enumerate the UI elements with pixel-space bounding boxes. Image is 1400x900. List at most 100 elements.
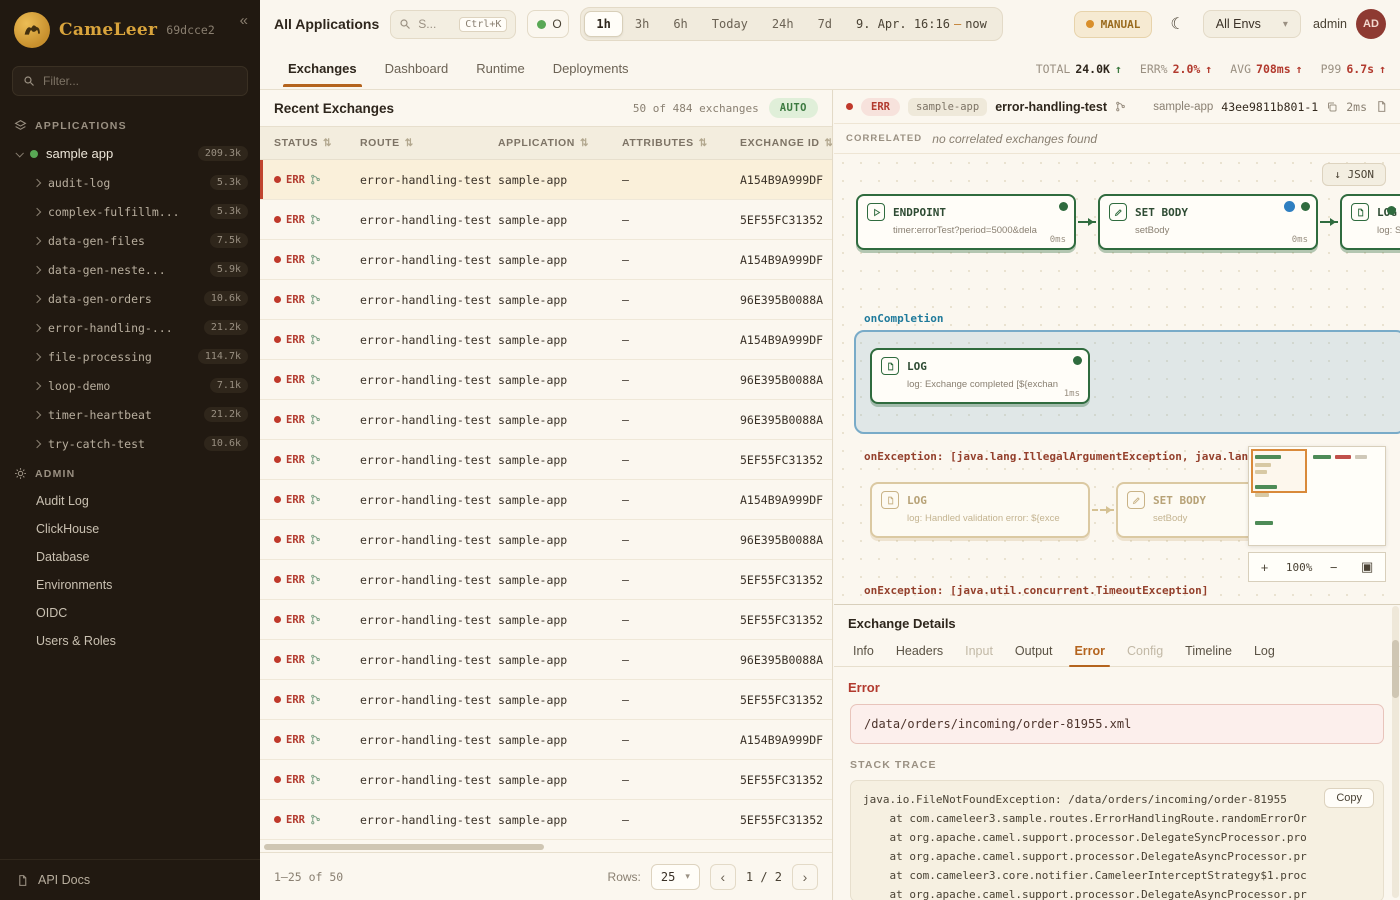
dark-mode-toggle[interactable]: ☾ bbox=[1164, 10, 1190, 38]
environment-select[interactable]: All Envs ▾ bbox=[1203, 10, 1301, 38]
download-json-button[interactable]: ↓ JSON bbox=[1322, 163, 1386, 186]
error-dot-icon bbox=[274, 456, 281, 463]
column-header[interactable]: EXCHANGE ID ⇅ bbox=[740, 137, 832, 149]
exchange-row[interactable]: ERR error-handling-test sample-app — A15… bbox=[260, 480, 832, 520]
route-flow-canvas[interactable]: ↓ JSON ENDPOINT timer:errorTest?period=5… bbox=[834, 154, 1400, 602]
exchange-row[interactable]: ERR error-handling-test sample-app — 96E… bbox=[260, 520, 832, 560]
main-tab[interactable]: Runtime bbox=[462, 50, 538, 87]
main-tab[interactable]: Dashboard bbox=[371, 50, 463, 87]
filter-input[interactable] bbox=[43, 74, 237, 88]
exchange-row[interactable]: ERR error-handling-test sample-app — 5EF… bbox=[260, 800, 832, 840]
sidebar-api-docs[interactable]: API Docs bbox=[0, 859, 260, 900]
horizontal-scrollbar-thumb[interactable] bbox=[264, 844, 544, 850]
flow-node-endpoint[interactable]: ENDPOINT timer:errorTest?period=5000&del… bbox=[856, 194, 1076, 250]
stat-value: 6.7s bbox=[1346, 62, 1374, 76]
column-header[interactable]: ROUTE ⇅ bbox=[360, 137, 498, 149]
sidebar-route-item[interactable]: file-processing 114.7k bbox=[0, 342, 260, 371]
sidebar-admin-item[interactable]: OIDC bbox=[0, 599, 260, 627]
exchange-row[interactable]: ERR error-handling-test sample-app — 96E… bbox=[260, 280, 832, 320]
sidebar-admin-item[interactable]: Environments bbox=[0, 571, 260, 599]
sidebar-admin-item[interactable]: Users & Roles bbox=[0, 627, 260, 655]
details-tab[interactable]: Timeline bbox=[1174, 636, 1243, 666]
zoom-out-button[interactable]: − bbox=[1324, 558, 1344, 577]
copy-button[interactable]: Copy bbox=[1324, 788, 1374, 808]
sidebar-route-item[interactable]: data-gen-orders 10.6k bbox=[0, 284, 260, 313]
prev-page-button[interactable]: ‹ bbox=[710, 864, 736, 890]
sidebar-route-item[interactable]: loop-demo 7.1k bbox=[0, 371, 260, 400]
flow-node-exception-log[interactable]: LOG log: Handled validation error: ${exc… bbox=[870, 482, 1090, 538]
column-header[interactable]: ATTRIBUTES ⇅ bbox=[622, 137, 740, 149]
search-input[interactable] bbox=[418, 17, 452, 31]
manual-dot-icon bbox=[1086, 20, 1094, 28]
exchange-row[interactable]: ERR error-handling-test sample-app — 5EF… bbox=[260, 200, 832, 240]
details-tab[interactable]: Config bbox=[1116, 636, 1174, 666]
exchange-row[interactable]: ERR error-handling-test sample-app — 96E… bbox=[260, 360, 832, 400]
column-header[interactable]: APPLICATION ⇅ bbox=[498, 137, 622, 149]
errors-only-toggle[interactable]: O bbox=[527, 10, 569, 38]
details-tab[interactable]: Output bbox=[1004, 636, 1064, 666]
exchange-row[interactable]: ERR error-handling-test sample-app — 5EF… bbox=[260, 440, 832, 480]
flow-node-log[interactable]: LOG log: Sta bbox=[1340, 194, 1400, 250]
sidebar-route-item[interactable]: data-gen-files 7.5k bbox=[0, 226, 260, 255]
rows-per-page-select[interactable]: 25 ▾ bbox=[651, 864, 700, 890]
exchange-row[interactable]: ERR error-handling-test sample-app — A15… bbox=[260, 240, 832, 280]
main-tab[interactable]: Exchanges bbox=[274, 50, 371, 87]
sidebar-admin-item[interactable]: Audit Log bbox=[0, 487, 260, 515]
status-cell: ERR bbox=[274, 614, 360, 626]
exchange-row[interactable]: ERR error-handling-test sample-app — 96E… bbox=[260, 640, 832, 680]
exchange-row[interactable]: ERR error-handling-test sample-app — 5EF… bbox=[260, 760, 832, 800]
node-title: LOG bbox=[907, 360, 927, 373]
exchange-row[interactable]: ERR error-handling-test sample-app — 96E… bbox=[260, 400, 832, 440]
route-branch-icon bbox=[310, 774, 321, 785]
next-page-button[interactable]: › bbox=[792, 864, 818, 890]
copy-icon[interactable] bbox=[1326, 101, 1338, 113]
doc-icon[interactable] bbox=[1375, 100, 1388, 113]
collapse-sidebar-icon[interactable]: « bbox=[240, 12, 248, 29]
exchange-row[interactable]: ERR error-handling-test sample-app — A15… bbox=[260, 160, 832, 200]
details-tab[interactable]: Log bbox=[1243, 636, 1286, 666]
details-tab[interactable]: Error bbox=[1063, 636, 1116, 666]
sidebar-route-item[interactable]: complex-fulfillm... 5.3k bbox=[0, 197, 260, 226]
fit-view-button[interactable]: ▣ bbox=[1355, 557, 1379, 577]
details-tab[interactable]: Input bbox=[954, 636, 1004, 666]
sidebar-route-item[interactable]: data-gen-neste... 5.9k bbox=[0, 255, 260, 284]
exchange-row[interactable]: ERR error-handling-test sample-app — A15… bbox=[260, 720, 832, 760]
manual-refresh-button[interactable]: MANUAL bbox=[1074, 11, 1153, 38]
attributes-cell: — bbox=[622, 333, 740, 347]
time-range-button[interactable]: 3h bbox=[623, 11, 661, 37]
sidebar-admin-item[interactable]: Database bbox=[0, 543, 260, 571]
sidebar-route-item[interactable]: error-handling-... 21.2k bbox=[0, 313, 260, 342]
time-range-button[interactable]: Today bbox=[700, 11, 760, 37]
flow-minimap[interactable] bbox=[1248, 446, 1386, 546]
avatar[interactable]: AD bbox=[1356, 9, 1386, 39]
time-range-button[interactable]: 6h bbox=[661, 11, 699, 37]
sidebar-route-item[interactable]: try-catch-test 10.6k bbox=[0, 429, 260, 458]
exchange-id-cell: 96E395B0088A bbox=[740, 413, 832, 427]
column-header[interactable]: STATUS ⇅ bbox=[274, 137, 360, 149]
vertical-scrollbar-thumb[interactable] bbox=[1392, 640, 1399, 698]
zoom-in-button[interactable]: + bbox=[1255, 558, 1275, 577]
details-tab[interactable]: Info bbox=[842, 636, 885, 666]
sidebar-item-sample-app[interactable]: sample app 209.3k bbox=[0, 139, 260, 168]
flow-node-setbody[interactable]: SET BODY setBody 0ms bbox=[1098, 194, 1318, 250]
sidebar-route-item[interactable]: audit-log 5.3k bbox=[0, 168, 260, 197]
exchange-row[interactable]: ERR error-handling-test sample-app — A15… bbox=[260, 320, 832, 360]
time-range-button[interactable]: 1h bbox=[584, 11, 622, 37]
date-range[interactable]: 9. Apr. 16:16—now bbox=[844, 17, 999, 31]
auto-refresh-badge[interactable]: AUTO bbox=[769, 98, 818, 118]
user-menu[interactable]: admin AD bbox=[1313, 9, 1386, 39]
flow-node-oncompletion-log[interactable]: LOG log: Exchange completed [${exchan 1m… bbox=[870, 348, 1090, 404]
topbar: All Applications Ctrl+K O 1h 3h 6h bbox=[260, 0, 1400, 48]
main-tab[interactable]: Deployments bbox=[539, 50, 643, 87]
time-range-button[interactable]: 7d bbox=[806, 11, 844, 37]
status-cell: ERR bbox=[274, 334, 360, 346]
exchange-row[interactable]: ERR error-handling-test sample-app — 5EF… bbox=[260, 600, 832, 640]
exchange-row[interactable]: ERR error-handling-test sample-app — 5EF… bbox=[260, 560, 832, 600]
exchange-row[interactable]: ERR error-handling-test sample-app — 5EF… bbox=[260, 680, 832, 720]
details-tab[interactable]: Headers bbox=[885, 636, 954, 666]
sidebar-admin-item[interactable]: ClickHouse bbox=[0, 515, 260, 543]
error-status-badge: ERR bbox=[861, 98, 900, 116]
sidebar-route-item[interactable]: timer-heartbeat 21.2k bbox=[0, 400, 260, 429]
node-duration: 0ms bbox=[1292, 235, 1308, 245]
time-range-button[interactable]: 24h bbox=[760, 11, 806, 37]
